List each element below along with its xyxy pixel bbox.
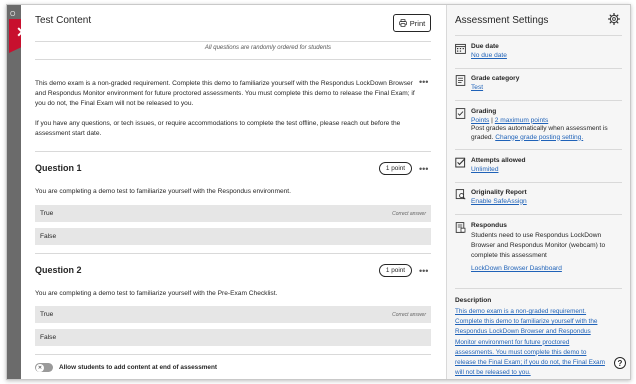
setting-grade-category: Grade category Test [455, 75, 519, 92]
page-title: Test Content [35, 15, 92, 26]
assessment-settings-panel: Assessment Settings Due date No due date [446, 5, 630, 379]
divider [35, 151, 431, 152]
description-link[interactable]: This demo exam is a non-graded requireme… [455, 307, 605, 378]
question-text: You are completing a demo test to famili… [35, 290, 278, 297]
divider [35, 59, 431, 60]
enable-safeassign-link[interactable]: Enable SafeAssign [471, 198, 527, 207]
divider [455, 100, 622, 101]
respondus-text: Students need to use Respondus LockDown … [471, 231, 606, 260]
grading-icon [455, 108, 466, 119]
correct-answer-tag: Correct answer [392, 311, 426, 318]
divider [455, 288, 622, 289]
max-points-link[interactable]: 2 maximum points [495, 117, 549, 124]
correct-answer-tag: Correct answer [392, 210, 426, 217]
rail-label: O [10, 11, 16, 18]
lockdown-dashboard-link[interactable]: LockDown Browser Dashboard [471, 265, 611, 274]
setting-due-date: Due date No due date [455, 43, 507, 60]
separator: | [491, 116, 493, 124]
grading-points-link[interactable]: Points [471, 117, 489, 124]
setting-label: Grading [471, 108, 497, 115]
setting-label: Originality Report [471, 189, 527, 196]
description-more-icon[interactable]: ••• [419, 78, 428, 87]
answer-option: False [35, 329, 431, 346]
originality-icon [455, 189, 466, 200]
divider [35, 253, 431, 254]
question-text: You are completing a demo test to famili… [35, 188, 291, 195]
description-title: Description [455, 297, 492, 304]
test-content-panel: Test Content Print All questions are ran… [21, 5, 446, 379]
test-description: This demo exam is a non-graded requireme… [35, 79, 415, 149]
toggle-label: Allow students to add content at end of … [59, 364, 218, 371]
attempts-icon [455, 157, 466, 168]
divider [455, 149, 622, 150]
setting-respondus: Respondus Students need to use Respondus… [455, 222, 611, 273]
setting-label: Due date [471, 43, 499, 50]
setting-attempts: Attempts allowed Unlimited [455, 157, 526, 174]
left-rail: O [7, 5, 21, 379]
question-more-icon[interactable]: ••• [419, 267, 428, 276]
answer-option: False [35, 228, 431, 245]
question-title: Question 2 [35, 265, 82, 275]
answer-label: False [40, 334, 57, 341]
print-button[interactable]: Print [393, 14, 431, 32]
divider [455, 214, 622, 215]
calendar-icon [455, 43, 466, 54]
help-icon[interactable]: ? [614, 357, 626, 369]
change-grade-posting-link[interactable]: Change grade posting setting. [495, 134, 583, 141]
answer-label: False [40, 233, 57, 240]
points-button[interactable]: 1 point [379, 162, 412, 175]
grade-category-link[interactable]: Test [471, 84, 519, 93]
description-paragraph: If you have any questions, or tech issue… [35, 120, 401, 137]
settings-title: Assessment Settings [455, 15, 549, 26]
gear-icon[interactable] [608, 13, 620, 25]
add-content-toggle-row: Allow students to add content at end of … [35, 363, 217, 372]
points-button[interactable]: 1 point [379, 264, 412, 277]
print-icon [399, 19, 407, 27]
due-date-link[interactable]: No due date [471, 52, 507, 61]
answer-label: True [40, 311, 54, 318]
divider [455, 182, 622, 183]
setting-label: Grade category [471, 75, 520, 82]
respondus-icon [455, 222, 466, 233]
attempts-link[interactable]: Unlimited [471, 166, 526, 175]
app-frame: O ✕ Test Content Print All questions are… [6, 4, 631, 380]
divider [35, 354, 431, 355]
random-order-note: All questions are randomly ordered for s… [204, 45, 331, 51]
question-title: Question 1 [35, 163, 82, 173]
add-content-toggle[interactable] [35, 363, 53, 372]
divider [35, 41, 431, 42]
answer-label: True [40, 210, 54, 217]
description-paragraph: This demo exam is a non-graded requireme… [35, 80, 415, 107]
setting-label: Respondus [471, 222, 507, 229]
divider [455, 68, 622, 69]
question-more-icon[interactable]: ••• [419, 165, 428, 174]
grade-category-icon [455, 75, 466, 86]
setting-label: Attempts allowed [471, 157, 526, 164]
setting-grading: Grading Points | 2 maximum points Post g… [455, 108, 630, 142]
answer-option: True Correct answer [35, 306, 431, 323]
divider [455, 35, 622, 36]
answer-option: True Correct answer [35, 205, 431, 222]
print-label: Print [409, 18, 426, 28]
setting-originality: Originality Report Enable SafeAssign [455, 189, 527, 206]
